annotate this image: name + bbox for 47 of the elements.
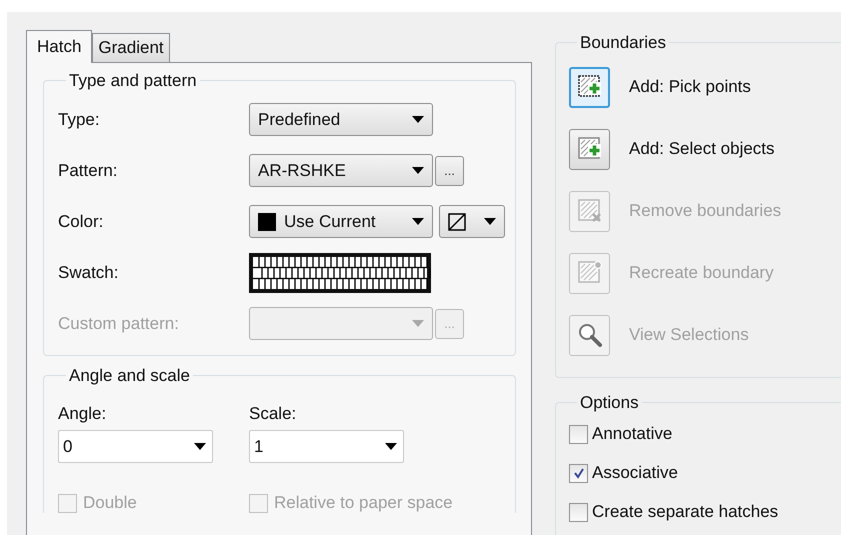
caret-icon <box>194 443 206 450</box>
slashed-square-icon <box>448 212 466 230</box>
dropdown[interactable] <box>249 307 433 340</box>
caret-icon <box>385 443 397 450</box>
group-title: Angle and scale <box>69 366 190 385</box>
group-title: Boundaries <box>580 33 666 52</box>
tab[interactable]: Gradient <box>92 33 170 62</box>
checkbox[interactable] <box>569 464 588 482</box>
field-label: Color: <box>58 212 104 232</box>
boundary-button[interactable] <box>569 66 610 108</box>
checkbox-label: Annotative <box>592 424 672 444</box>
button-label[interactable]: Add: Pick points <box>629 77 751 97</box>
caret-icon <box>412 167 424 174</box>
hatch-plus-icon <box>576 74 602 100</box>
checkbox-label: Associative <box>592 463 678 483</box>
checkbox[interactable] <box>569 502 588 522</box>
field-label: Custom pattern: <box>58 314 180 334</box>
dropdown[interactable]: AR-RSHKE <box>249 154 433 187</box>
search-icon <box>576 322 602 348</box>
checkbox[interactable] <box>569 424 588 444</box>
field-label: Scale: <box>249 403 298 425</box>
button-label[interactable]: Add: Select objects <box>629 139 775 159</box>
checkbox-label: Create separate hatches <box>592 502 778 522</box>
hatch-plus-icon <box>576 136 602 162</box>
caret-icon <box>412 320 424 327</box>
dropdown[interactable]: 1 <box>249 430 404 463</box>
field-label: Angle: <box>58 403 108 425</box>
caret-icon <box>412 218 424 225</box>
transparency-dropdown[interactable] <box>439 205 505 238</box>
group-title: Options <box>580 393 639 412</box>
dropdown[interactable]: Predefined <box>249 103 433 136</box>
checkbox-label: Double <box>83 493 137 513</box>
field-label: Pattern: <box>58 160 119 180</box>
field-label: Swatch: <box>58 262 120 282</box>
field-label: Type: <box>58 110 101 130</box>
color-swatch-icon <box>258 212 276 230</box>
dropdown[interactable]: 0 <box>58 430 213 463</box>
hatch-swatch-drawing[interactable] <box>249 252 431 292</box>
hatch-cross-icon <box>576 198 602 224</box>
browse-button[interactable]: ... <box>435 156 464 186</box>
dropdown[interactable]: Use Current <box>249 205 433 238</box>
check-icon <box>572 467 584 479</box>
checkbox-label: Relative to paper space <box>274 493 453 513</box>
caret-icon <box>412 116 424 123</box>
group-title: Type and pattern <box>69 71 197 90</box>
caret-icon <box>484 218 496 225</box>
tab[interactable]: Hatch <box>26 30 92 63</box>
